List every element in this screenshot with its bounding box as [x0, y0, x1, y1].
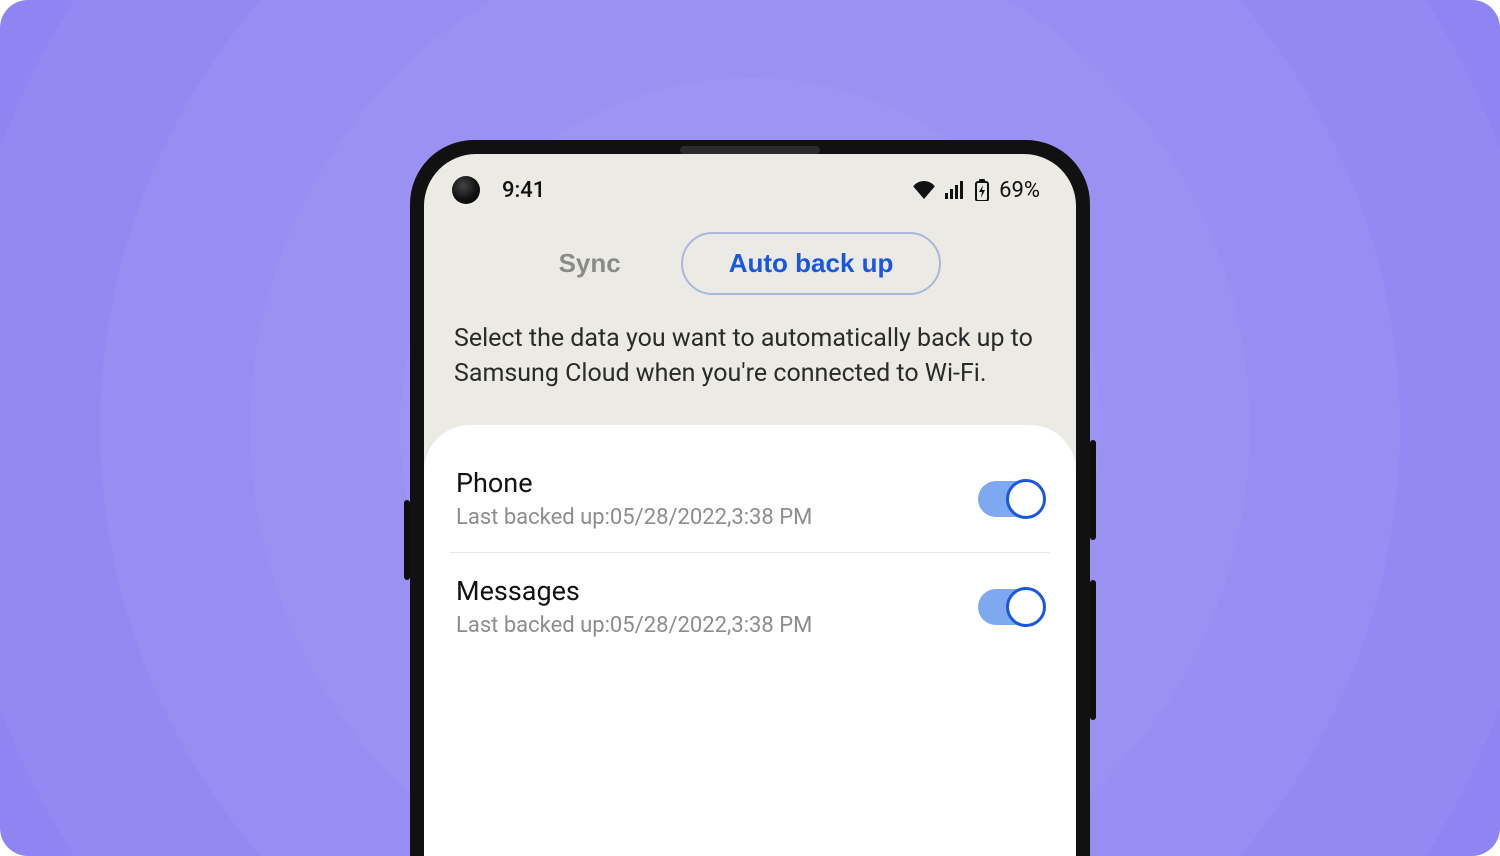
list-item: Messages Last backed up:05/28/2022,3:38 … — [450, 552, 1050, 660]
phone-screen: 9:41 — [424, 154, 1076, 856]
front-camera — [452, 176, 480, 204]
status-battery: 69% — [999, 178, 1040, 203]
toggle-knob — [1006, 479, 1046, 519]
status-bar: 9:41 — [424, 154, 1076, 214]
list-item-subtitle: Last backed up:05/28/2022,3:38 PM — [456, 613, 812, 638]
side-button-left — [404, 500, 410, 580]
toggle-knob — [1006, 587, 1046, 627]
tab-sync[interactable]: Sync — [559, 248, 621, 279]
battery-icon — [975, 179, 989, 201]
tab-auto-back-up[interactable]: Auto back up — [681, 232, 942, 295]
earpiece — [680, 146, 820, 154]
toggle-messages[interactable] — [978, 589, 1044, 625]
list-item-title: Messages — [456, 575, 812, 607]
status-time: 9:41 — [502, 178, 545, 203]
side-button-right-1 — [1090, 440, 1096, 540]
stage: 9:41 — [0, 0, 1500, 856]
toggle-phone[interactable] — [978, 481, 1044, 517]
list-item-subtitle: Last backed up:05/28/2022,3:38 PM — [456, 505, 812, 530]
list-item-title: Phone — [456, 467, 812, 499]
phone-frame: 9:41 — [410, 140, 1090, 856]
side-button-right-2 — [1090, 580, 1096, 720]
description: Select the data you want to automaticall… — [424, 321, 1076, 425]
tabs: Sync Auto back up — [424, 214, 1076, 321]
signal-icon — [945, 181, 965, 199]
list-item: Phone Last backed up:05/28/2022,3:38 PM — [450, 445, 1050, 552]
backup-list: Phone Last backed up:05/28/2022,3:38 PM … — [424, 425, 1076, 856]
wifi-icon — [913, 181, 935, 199]
